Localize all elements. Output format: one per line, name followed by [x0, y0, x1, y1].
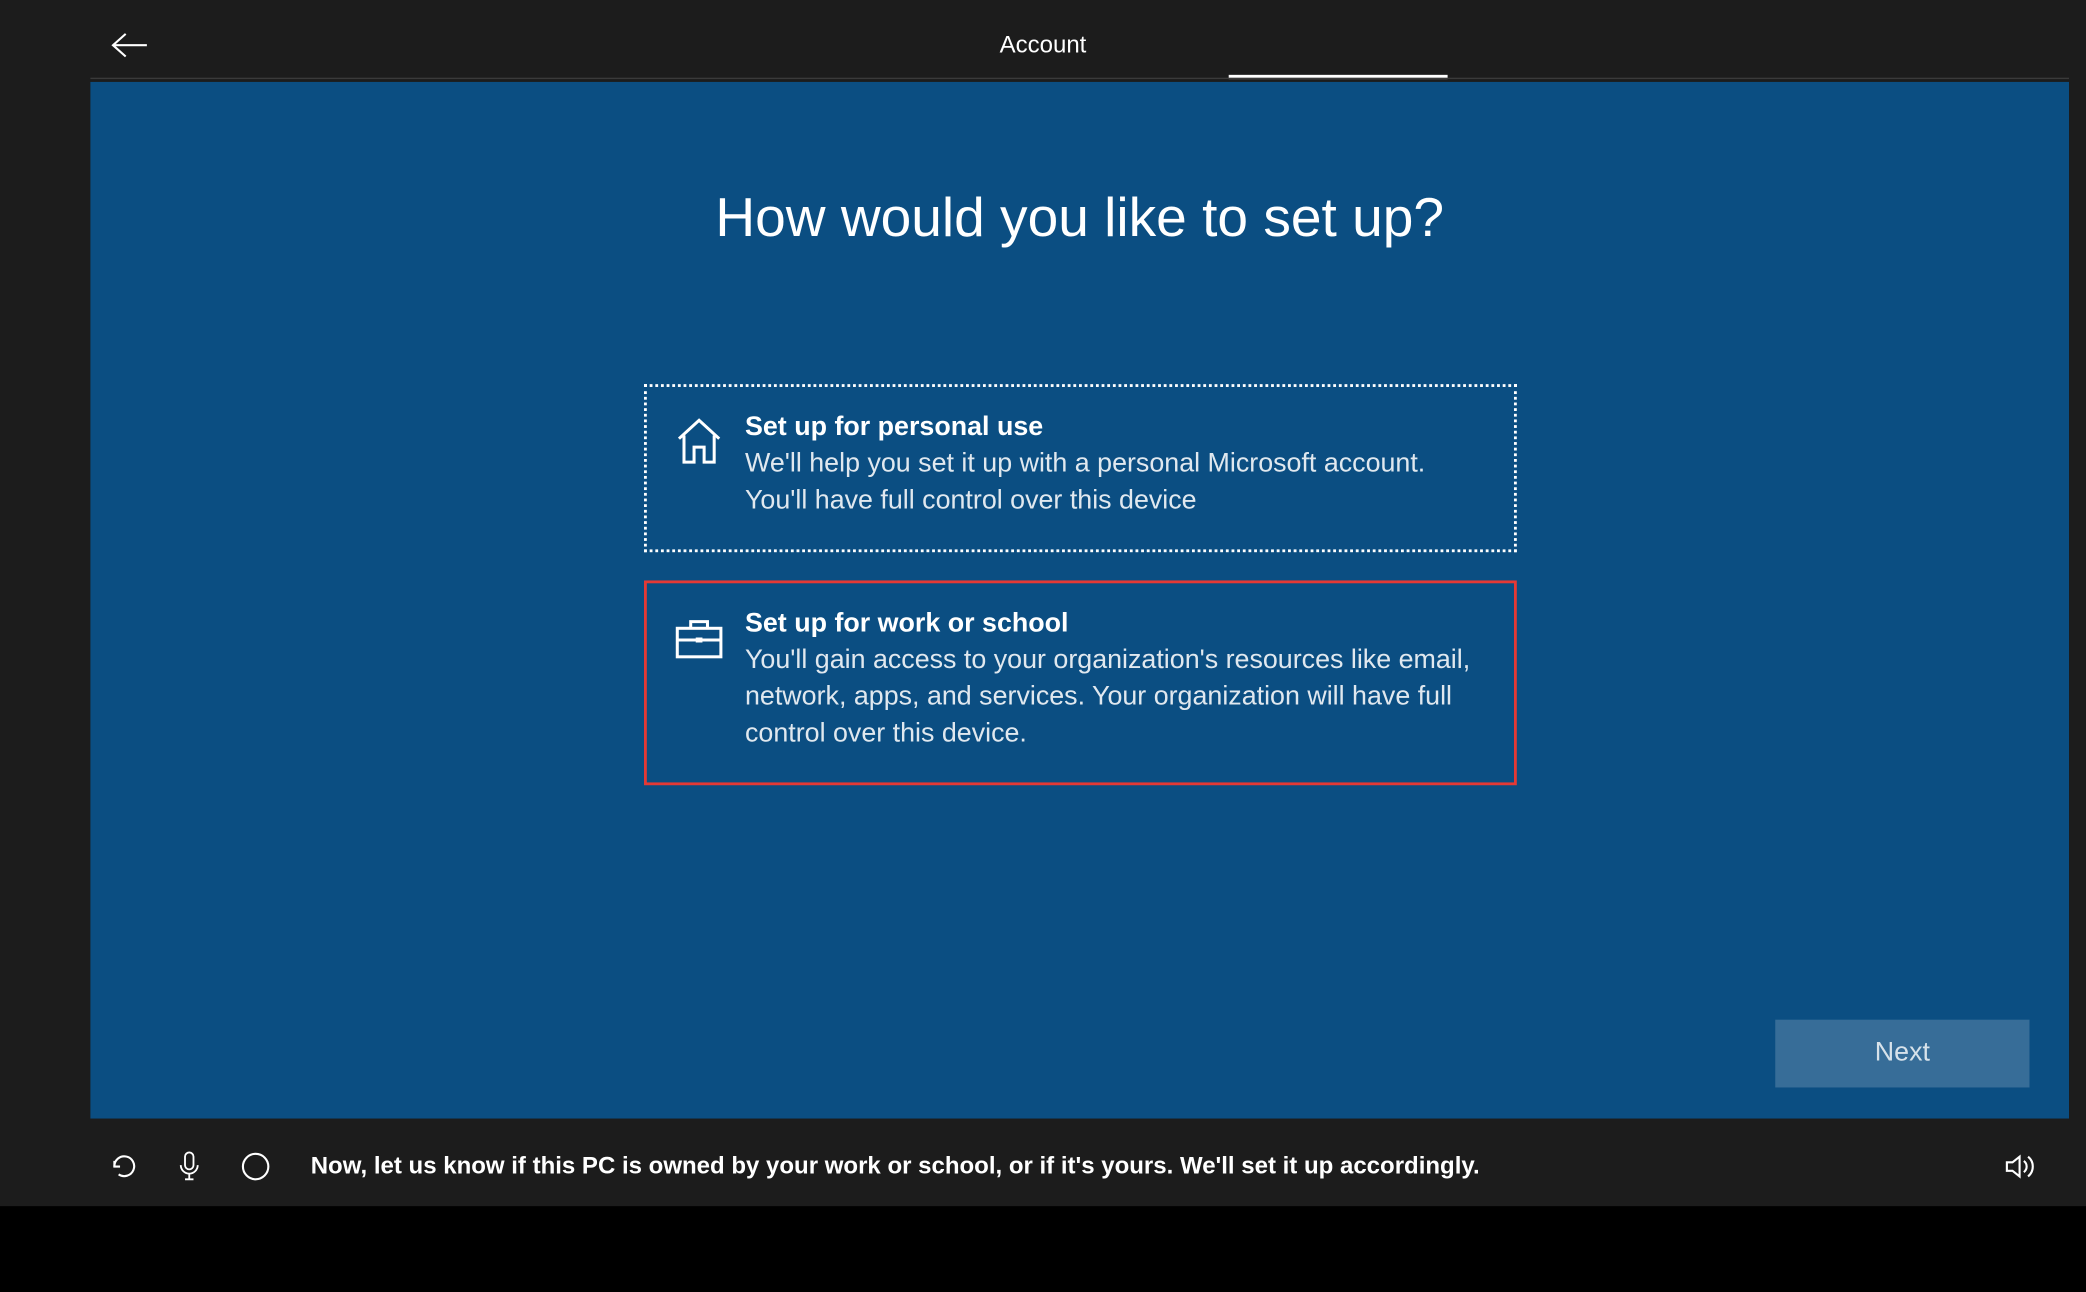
option-description: We'll help you set it up with a personal…	[745, 446, 1488, 518]
briefcase-icon	[672, 612, 726, 666]
option-text: Set up for work or school You'll gain ac…	[745, 609, 1488, 752]
option-personal-use[interactable]: Set up for personal use We'll help you s…	[643, 384, 1516, 552]
microphone-icon	[178, 1151, 201, 1182]
cortana-circle-icon	[240, 1151, 271, 1182]
bottom-icons	[110, 1151, 271, 1182]
option-work-school[interactable]: Set up for work or school You'll gain ac…	[643, 581, 1516, 786]
back-button[interactable]	[110, 31, 150, 66]
option-text: Set up for personal use We'll help you s…	[745, 412, 1488, 518]
next-button[interactable]: Next	[1775, 1020, 2029, 1088]
options-container: Set up for personal use We'll help you s…	[643, 384, 1516, 785]
bottom-bar: Now, let us know if this PC is owned by …	[0, 1127, 2086, 1206]
header-bar: Account	[0, 0, 2086, 79]
oobe-setup-window: Account How would you like to set up? Se…	[0, 0, 2086, 1206]
speaker-button[interactable]	[2004, 1152, 2035, 1180]
home-icon	[672, 415, 726, 469]
header-title: Account	[1000, 31, 1087, 59]
sync-button[interactable]	[110, 1152, 138, 1180]
option-title: Set up for work or school	[745, 609, 1488, 640]
microphone-button[interactable]	[178, 1151, 201, 1182]
speaker-icon	[2004, 1152, 2035, 1180]
page-title: How would you like to set up?	[90, 188, 2069, 250]
back-arrow-icon	[110, 31, 150, 59]
option-description: You'll gain access to your organization'…	[745, 643, 1488, 752]
option-title: Set up for personal use	[745, 412, 1488, 443]
header-divider	[90, 78, 2069, 79]
cortana-button[interactable]	[240, 1151, 271, 1182]
sync-icon	[110, 1152, 138, 1180]
cortana-narration-text: Now, let us know if this PC is owned by …	[311, 1152, 1480, 1180]
main-panel: How would you like to set up? Set up for…	[90, 82, 2069, 1119]
